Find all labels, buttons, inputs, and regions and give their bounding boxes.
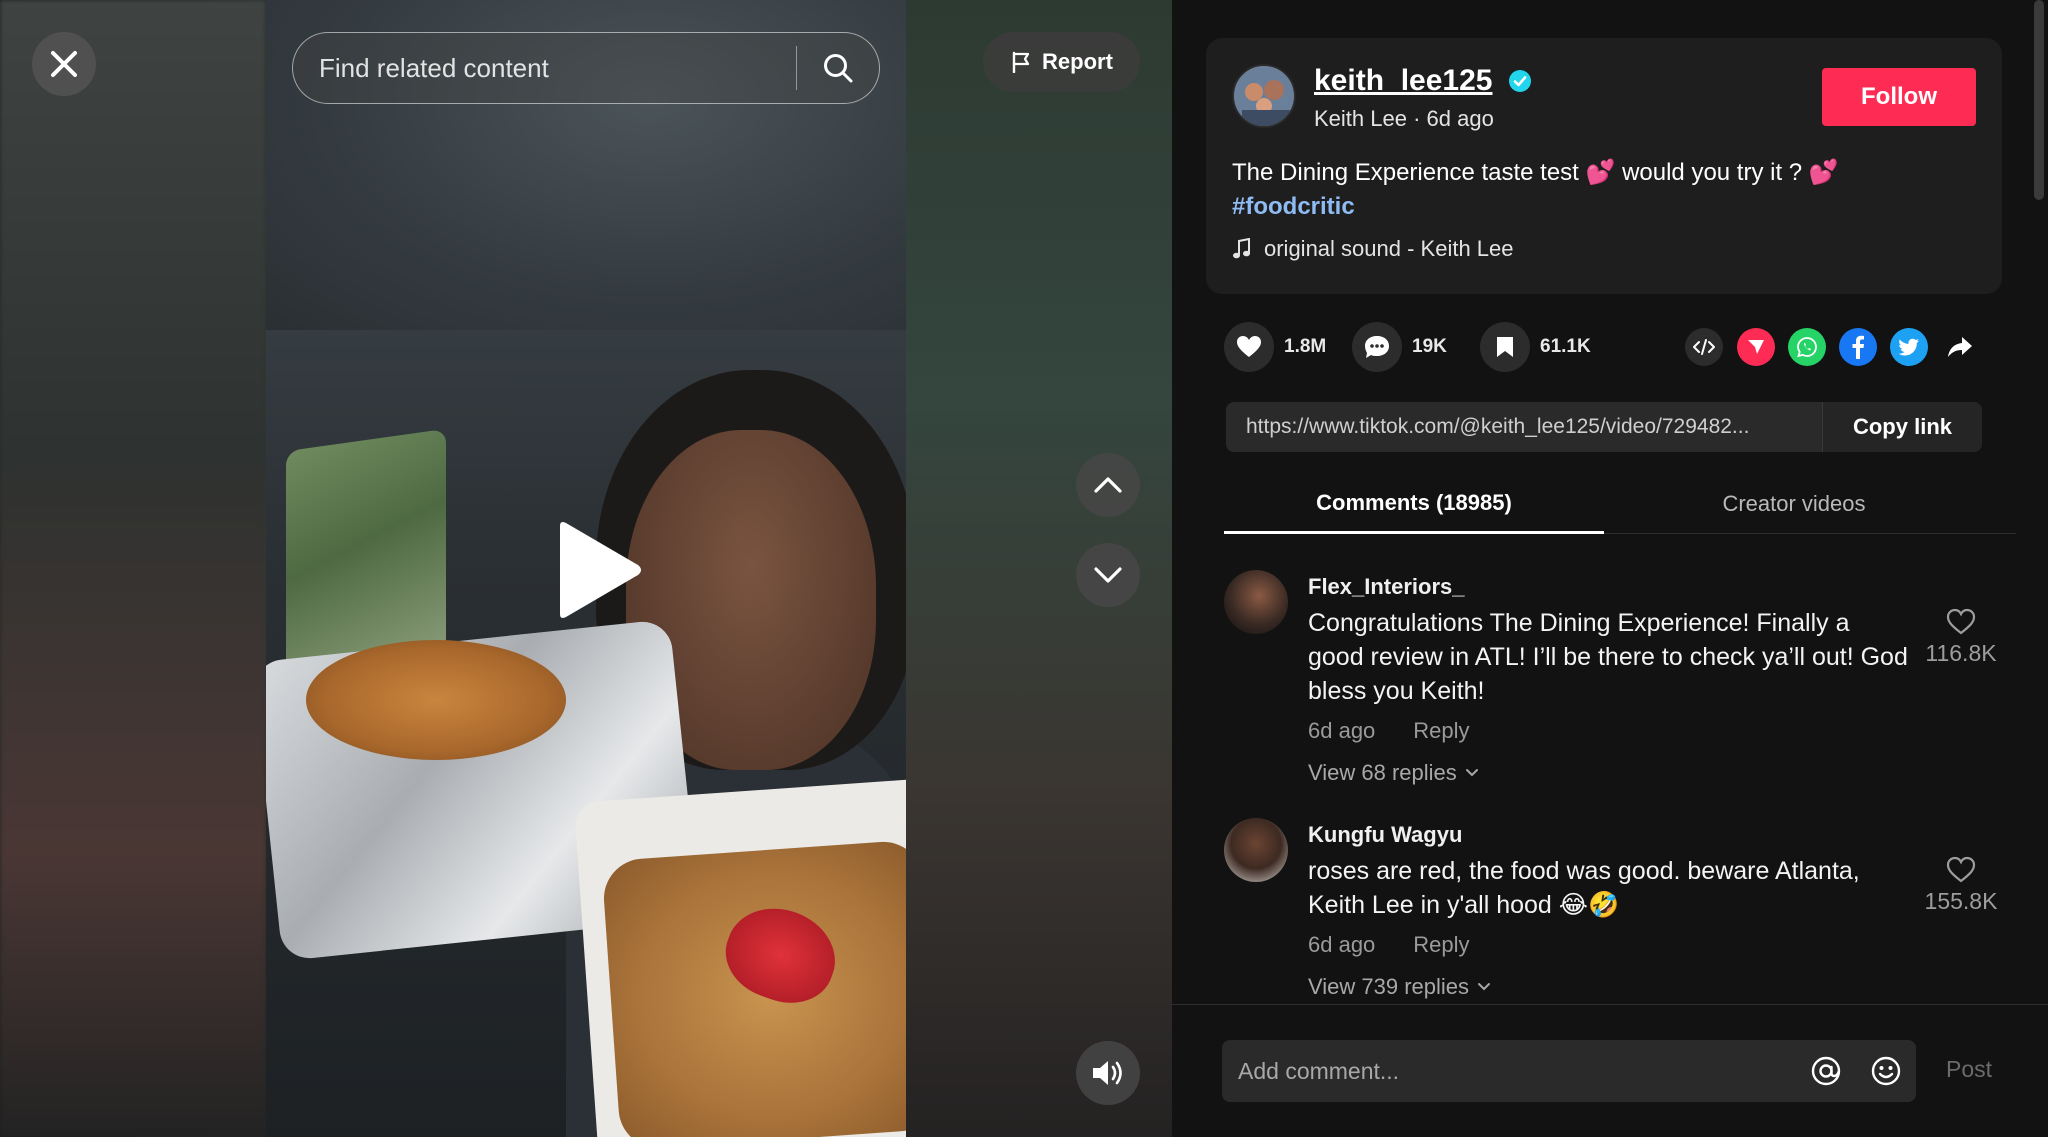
- comment-meta: 6d ago Reply: [1308, 932, 1470, 958]
- video-url[interactable]: https://www.tiktok.com/@keith_lee125/vid…: [1226, 402, 1822, 452]
- view-replies-button[interactable]: View 739 replies: [1308, 974, 1491, 1000]
- add-comment-input[interactable]: Add comment...: [1222, 1058, 1796, 1085]
- send-to-friends-icon: [1748, 340, 1764, 354]
- share-arrow-icon: [1948, 337, 1972, 357]
- comment-list[interactable]: Flex_Interiors_ Congratulations The Dini…: [1172, 534, 2048, 1004]
- commenter-avatar[interactable]: [1224, 570, 1288, 634]
- comment-like-button[interactable]: 116.8K: [1916, 608, 2006, 667]
- sound-label: original sound - Keith Lee: [1264, 236, 1514, 261]
- like-button[interactable]: [1224, 322, 1274, 372]
- previous-video-button[interactable]: [1076, 453, 1140, 517]
- whatsapp-share-button[interactable]: [1788, 328, 1826, 366]
- emoji-button[interactable]: [1856, 1040, 1916, 1102]
- like-action[interactable]: 1.8M: [1224, 322, 1326, 372]
- comment-text: Congratulations The Dining Experience! F…: [1308, 609, 1908, 705]
- hashtag-link[interactable]: #foodcritic: [1232, 193, 1355, 220]
- at-sign-icon: [1811, 1056, 1841, 1086]
- sound-link[interactable]: original sound - Keith Lee: [1232, 236, 1514, 262]
- chevron-down-icon: [1465, 769, 1478, 777]
- verified-badge-icon: [1509, 70, 1531, 92]
- comment-box-divider: [1172, 1004, 2048, 1005]
- volume-button[interactable]: [1076, 1041, 1140, 1105]
- video-player-area: Find related content Report: [0, 0, 1172, 1137]
- close-button[interactable]: [32, 32, 96, 96]
- facebook-icon: [1852, 335, 1864, 359]
- commenter-name[interactable]: Kungfu Wagyu: [1308, 822, 1462, 848]
- details-panel: keith_lee125 Keith Lee · 6d ago Follow T…: [1172, 0, 2048, 1137]
- music-note-icon: [1233, 238, 1250, 259]
- creator-avatar[interactable]: [1232, 64, 1296, 128]
- commenter-avatar[interactable]: [1224, 818, 1288, 882]
- commenter-name[interactable]: Flex_Interiors_: [1308, 574, 1465, 600]
- avatar-image: [1234, 66, 1294, 126]
- comment-button[interactable]: [1352, 322, 1402, 372]
- flag-icon: [1012, 51, 1030, 73]
- reply-button[interactable]: Reply: [1413, 932, 1469, 958]
- twitter-icon: [1898, 338, 1919, 356]
- volume-icon: [1093, 1061, 1122, 1085]
- chevron-up-icon: [1094, 477, 1122, 493]
- search-input[interactable]: Find related content: [293, 33, 796, 103]
- send-to-friends-button[interactable]: [1737, 328, 1775, 366]
- video-fried-chicken: [306, 640, 566, 760]
- comment-time: 6d ago: [1308, 932, 1376, 957]
- chevron-down-icon: [1478, 983, 1491, 991]
- comment-item: Flex_Interiors_ Congratulations The Dini…: [1224, 534, 2014, 785]
- save-action[interactable]: 61.1K: [1480, 322, 1591, 372]
- embed-code-icon: [1693, 339, 1715, 355]
- report-label: Report: [1042, 49, 1113, 74]
- post-info-card: keith_lee125 Keith Lee · 6d ago Follow T…: [1206, 38, 2002, 294]
- comment-like-button[interactable]: 155.8K: [1916, 856, 2006, 915]
- facebook-share-button[interactable]: [1839, 328, 1877, 366]
- comment-text: roses are red, the food was good. beware…: [1308, 857, 1860, 919]
- post-caption: The Dining Experience taste test 💕 would…: [1232, 156, 1972, 224]
- comment-like-count: 116.8K: [1925, 640, 1997, 666]
- search-bar[interactable]: Find related content: [292, 32, 880, 104]
- twitter-share-button[interactable]: [1890, 328, 1928, 366]
- search-icon: [824, 54, 853, 83]
- comment-bubble-icon: [1365, 336, 1389, 358]
- blurred-background-left: [0, 0, 266, 1137]
- follow-button[interactable]: Follow: [1822, 68, 1976, 126]
- comment-time: 6d ago: [1308, 718, 1376, 743]
- like-count: 1.8M: [1284, 336, 1327, 357]
- comment-like-count: 155.8K: [1924, 888, 1998, 914]
- tab-comments[interactable]: Comments (18985): [1224, 474, 1604, 534]
- reply-button[interactable]: Reply: [1413, 718, 1469, 744]
- next-video-button[interactable]: [1076, 543, 1140, 607]
- scrollbar[interactable]: [2034, 0, 2044, 200]
- heart-outline-icon: [1946, 856, 1976, 883]
- report-button[interactable]: Report: [983, 32, 1140, 92]
- heart-icon: [1237, 336, 1261, 357]
- tab-creator-videos[interactable]: Creator videos: [1604, 474, 1984, 534]
- caption-text: The Dining Experience taste test 💕 would…: [1232, 159, 1839, 186]
- comment-item: Kungfu Wagyu roses are red, the food was…: [1224, 782, 2014, 1004]
- creator-username[interactable]: keith_lee125: [1314, 64, 1492, 98]
- comment-action[interactable]: 19K: [1352, 322, 1447, 372]
- save-count: 61.1K: [1540, 336, 1591, 357]
- creator-subline: Keith Lee · 6d ago: [1314, 106, 1494, 131]
- embed-button[interactable]: [1685, 328, 1723, 366]
- mention-button[interactable]: [1796, 1040, 1856, 1102]
- comment-meta: 6d ago Reply: [1308, 718, 1470, 744]
- copy-link-row: https://www.tiktok.com/@keith_lee125/vid…: [1226, 402, 1982, 452]
- more-share-button[interactable]: [1941, 328, 1979, 366]
- heart-outline-icon: [1946, 608, 1976, 635]
- save-button[interactable]: [1480, 322, 1530, 372]
- emoji-icon: [1871, 1056, 1901, 1086]
- panel-tabs: Comments (18985) Creator videos: [1224, 474, 2016, 534]
- whatsapp-icon: [1797, 337, 1817, 358]
- action-bar: 1.8M 19K 61.1K: [1224, 322, 1994, 372]
- add-comment-field[interactable]: Add comment...: [1222, 1040, 1916, 1102]
- comment-count: 19K: [1412, 336, 1447, 357]
- bookmark-icon: [1497, 337, 1513, 357]
- view-replies-label: View 739 replies: [1308, 974, 1470, 999]
- search-button[interactable]: [797, 33, 879, 103]
- post-comment-button[interactable]: Post: [1946, 1056, 1992, 1083]
- chevron-down-icon: [1094, 567, 1122, 583]
- play-icon[interactable]: [552, 520, 642, 620]
- close-icon: [51, 51, 77, 77]
- copy-link-button[interactable]: Copy link: [1822, 402, 1982, 452]
